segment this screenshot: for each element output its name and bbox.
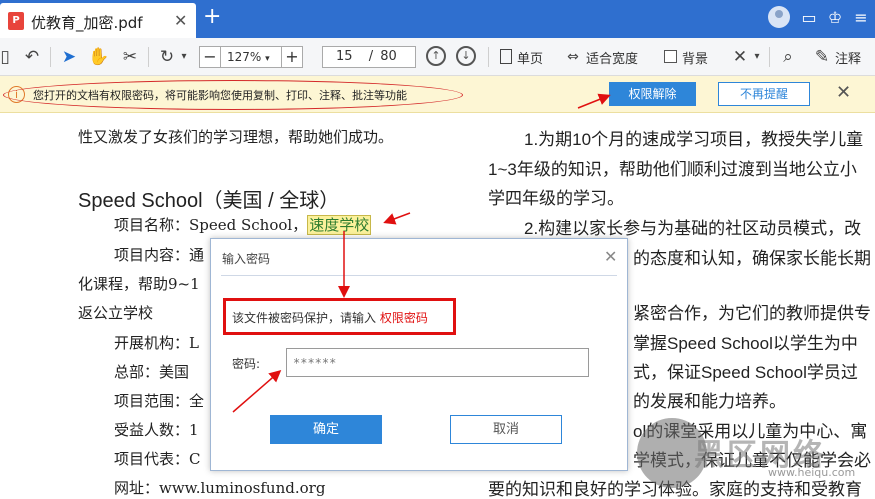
dialog-message: 该文件被密码保护，请输入 权限密码 <box>232 309 428 326</box>
doc-text-line: 受益人数：1 <box>114 421 199 439</box>
document-tab[interactable]: P 优教育_加密.pdf ✕ <box>0 3 196 38</box>
fullscreen-icon[interactable]: ✕ <box>730 46 750 68</box>
title-bar: P 优教育_加密.pdf ✕ + ▭ ♔ ≡ <box>0 0 875 38</box>
toolbar: ▯ ↶ ➤ ✋ ✂ ↻ ▾ − 127% ▾ + 15 / 80 ↑ ↓ 单页 … <box>0 38 875 76</box>
doc-text-line: 的态度和认知，确保家长能长期 <box>633 249 871 268</box>
toolbar-divider <box>769 47 770 67</box>
confirm-button[interactable]: 确定 <box>270 415 382 444</box>
single-page-button[interactable]: 单页 <box>517 48 543 67</box>
doc-text-line: 2.构建以家长参与为基础的社区动员模式，改 <box>524 219 862 238</box>
doc-text-line: 性又激发了女孩们的学习理想，帮助她们成功。 <box>78 128 394 146</box>
hand-tool-icon[interactable]: ✋ <box>88 46 110 68</box>
doc-text-line: 化课程，帮助9~1 <box>78 275 200 293</box>
doc-text-line: 项目名称：Speed School， 速度学校 <box>114 214 372 235</box>
background-checkbox[interactable] <box>664 50 677 63</box>
cancel-button[interactable]: 取消 <box>450 415 562 444</box>
fullscreen-dropdown-icon[interactable]: ▾ <box>751 46 763 68</box>
pdf-file-icon: P <box>8 12 24 30</box>
highlighted-text: 速度学校 <box>307 215 372 235</box>
doc-text-line: 总部：美国 <box>114 363 190 381</box>
password-dialog: 输入密码 ✕ 该文件被密码保护，请输入 权限密码 密码: 确定 取消 <box>210 238 628 471</box>
annotation-ellipse <box>3 80 463 110</box>
single-page-icon[interactable] <box>500 49 512 64</box>
rotate-icon[interactable]: ↻ <box>156 46 178 68</box>
toolbar-divider <box>488 47 489 67</box>
doc-text-line: 开展机构：L <box>114 334 199 352</box>
doc-text-line: 掌握Speed School以学生为中 <box>633 334 858 353</box>
section-heading: Speed School（美国 / 全球） <box>78 190 340 212</box>
dialog-message-text: 该文件被密码保护，请输入 <box>232 311 377 325</box>
menu-icon[interactable]: ≡ <box>852 6 870 30</box>
new-tab-icon[interactable]: + <box>203 6 221 28</box>
dialog-title: 输入密码 <box>222 252 271 266</box>
skin-icon[interactable]: ♔ <box>826 6 844 30</box>
zoom-level-select[interactable]: 127% ▾ <box>221 46 281 68</box>
doc-text-line: 网址：www.luminosfund.org <box>114 479 326 497</box>
toolbar-divider <box>148 47 149 67</box>
save-icon[interactable]: ▯ <box>0 46 12 68</box>
message-icon[interactable]: ▭ <box>800 6 818 30</box>
no-remind-button[interactable]: 不再提醒 <box>718 82 810 106</box>
zoom-in-button[interactable]: + <box>281 46 303 68</box>
doc-text-line: 项目代表：C <box>114 450 201 468</box>
doc-text-line: 式，保证Speed School学员过 <box>633 363 858 382</box>
password-label: 密码: <box>232 357 261 371</box>
doc-text-line: 项目范围：全 <box>114 392 205 410</box>
user-avatar-icon[interactable] <box>768 6 790 28</box>
page-total: 80 <box>380 49 397 64</box>
tab-title: 优教育_加密.pdf <box>31 14 143 32</box>
doc-text-line: 返公立学校 <box>78 304 154 322</box>
password-input[interactable] <box>286 348 589 377</box>
doc-text-line: 项目内容：通 <box>114 246 205 264</box>
next-page-icon[interactable]: ↓ <box>456 46 476 66</box>
annotate-icon[interactable]: ✎ <box>812 46 832 68</box>
dialog-message-highlight: 权限密码 <box>379 311 428 325</box>
doc-text-line: 的发展和能力培养。 <box>633 392 786 411</box>
fit-width-icon[interactable]: ⇔ <box>564 46 582 68</box>
toolbar-divider <box>50 47 51 67</box>
doc-text-line: 紧密合作，为它们的教师提供专 <box>633 304 871 323</box>
scissors-icon[interactable]: ✂ <box>119 46 141 68</box>
back-icon[interactable]: ↶ <box>21 46 43 68</box>
previous-page-icon[interactable]: ↑ <box>426 46 446 66</box>
doc-text-line: 1.为期10个月的速成学习项目，教授失学儿童 <box>524 130 864 149</box>
dialog-close-icon[interactable]: ✕ <box>604 247 617 266</box>
background-label: 背景 <box>682 52 709 67</box>
page-number-input[interactable]: 15 / 80 <box>322 46 416 68</box>
doc-text-line: 学四年级的学习。 <box>488 189 624 208</box>
doc-text-line: 1~3年级的知识，帮助他们顺利过渡到当地公立小 <box>488 160 857 179</box>
rotate-dropdown-icon[interactable]: ▾ <box>178 46 190 68</box>
watermark-url: www.heiqu.com <box>768 466 856 479</box>
dialog-divider <box>221 275 617 276</box>
page-current: 15 <box>336 49 353 64</box>
zoom-out-button[interactable]: − <box>199 46 221 68</box>
page-separator: / <box>368 49 374 64</box>
tab-close-icon[interactable]: ✕ <box>174 11 187 30</box>
annotate-button[interactable]: 注释 <box>835 48 861 67</box>
zoom-level-value: 127% <box>227 50 262 64</box>
fit-width-button[interactable]: 适合宽度 <box>586 48 638 67</box>
select-cursor-icon[interactable]: ➤ <box>58 46 80 68</box>
unlock-permission-button[interactable]: 权限解除 <box>609 82 696 106</box>
doc-text-span: 项目名称：Speed School， <box>114 216 308 234</box>
search-icon[interactable]: ⌕ <box>777 46 799 68</box>
notice-close-icon[interactable]: ✕ <box>836 82 851 103</box>
